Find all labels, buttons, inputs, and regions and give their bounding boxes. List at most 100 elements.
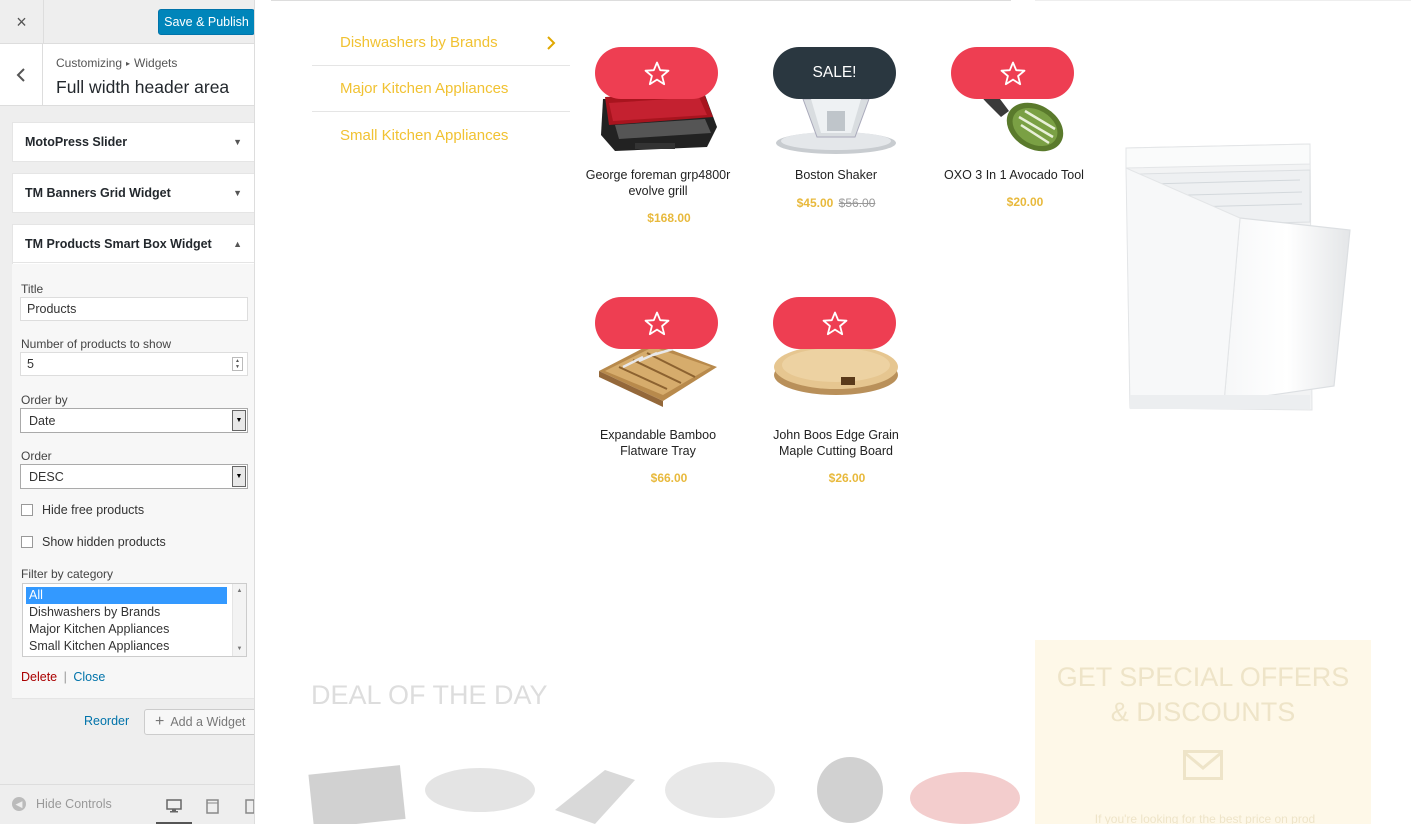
count-stepper[interactable]: 5 ▲ ▼ <box>20 352 248 376</box>
product-price: $20.00 <box>1006 195 1044 209</box>
sale-badge: SALE! <box>773 47 896 99</box>
hide-controls-button[interactable]: ◀ Hide Controls <box>12 797 112 811</box>
actions-separator: | <box>63 670 67 684</box>
product-price-row: $45.00 $56.00 <box>761 196 911 210</box>
divider <box>1035 0 1411 1</box>
title-label: Title <box>21 282 44 296</box>
product-image[interactable] <box>939 47 1089 167</box>
product-card[interactable]: Expandable Bamboo Flatware Tray $66.00 <box>583 297 733 485</box>
chevron-right-icon <box>547 35 556 50</box>
product-name[interactable]: OXO 3 In 1 Avocado Tool <box>939 167 1089 183</box>
hide-free-row[interactable]: Hide free products <box>21 503 144 517</box>
widget-title: TM Banners Grid Widget <box>25 186 171 200</box>
category-label: Major Kitchen Appliances <box>340 80 509 97</box>
expand-arrow-icon[interactable]: ▼ <box>233 188 242 198</box>
category-link-small[interactable]: Small Kitchen Appliances <box>312 112 570 158</box>
widget-title: MotoPress Slider <box>25 135 128 149</box>
product-price: $26.00 <box>828 471 866 485</box>
divider <box>271 0 1011 1</box>
product-image[interactable] <box>583 47 733 167</box>
special-offers-box: GET SPECIAL OFFERS & DISCOUNTS If you're… <box>1035 640 1371 824</box>
close-link[interactable]: Close <box>73 670 105 684</box>
show-hidden-row[interactable]: Show hidden products <box>21 535 166 549</box>
listbox-option[interactable]: All <box>26 587 227 604</box>
product-image[interactable] <box>761 297 911 417</box>
breadcrumb-separator: ▸ <box>126 59 131 68</box>
show-hidden-checkbox[interactable] <box>21 536 33 548</box>
dropdown-arrow-icon[interactable]: ▼ <box>232 466 246 487</box>
product-name[interactable]: Boston Shaker <box>761 167 911 183</box>
site-preview: Dishwashers by Brands Major Kitchen Appl… <box>255 0 1411 824</box>
product-price: $168.00 <box>647 211 691 225</box>
customizer-footer: ◀ Hide Controls <box>0 784 254 824</box>
widget-motopress-slider[interactable]: MotoPress Slider ▼ <box>12 122 254 162</box>
desktop-preview-icon[interactable] <box>163 795 185 817</box>
order-by-select[interactable]: Date ▼ <box>20 408 248 433</box>
order-by-value: Date <box>29 413 56 428</box>
category-link-dishwashers[interactable]: Dishwashers by Brands <box>312 20 570 66</box>
badge-star-button[interactable] <box>773 297 896 349</box>
badge-star-button[interactable] <box>595 47 718 99</box>
expand-arrow-icon[interactable]: ▼ <box>233 137 242 147</box>
widget-header[interactable]: TM Banners Grid Widget ▼ <box>13 174 254 212</box>
plus-icon: + <box>155 713 165 730</box>
stepper-arrows-icon[interactable]: ▲ ▼ <box>232 357 243 371</box>
product-price: $66.00 <box>650 471 688 485</box>
add-widget-label: Add a Widget <box>170 715 246 729</box>
product-image[interactable]: SALE! <box>761 47 911 167</box>
star-icon <box>822 311 847 335</box>
save-publish-button[interactable]: Save & Publish <box>158 9 254 35</box>
section-header: Customizing ▸ Widgets Full width header ar… <box>0 44 254 106</box>
add-widget-button[interactable]: + Add a Widget <box>144 709 254 735</box>
customizer-sidebar: × Save & Publish Customizing ▸ Widgets Ful… <box>0 0 255 824</box>
category-label: Small Kitchen Appliances <box>340 126 509 144</box>
deal-products-strip <box>308 757 1020 824</box>
star-icon <box>1000 61 1025 85</box>
order-select[interactable]: DESC ▼ <box>20 464 248 489</box>
collapse-arrow-icon[interactable]: ▲ <box>233 239 242 249</box>
dishwasher-image <box>1125 143 1351 411</box>
offers-title: GET SPECIAL OFFERS & DISCOUNTS <box>1035 660 1371 730</box>
order-label: Order <box>21 449 52 463</box>
product-card[interactable]: George foreman grp4800r evolve grill $16… <box>583 47 733 225</box>
product-card[interactable]: OXO 3 In 1 Avocado Tool $20.00 <box>939 47 1089 209</box>
count-value: 5 <box>27 357 34 371</box>
mail-icon <box>1183 750 1223 780</box>
back-icon[interactable] <box>0 44 43 105</box>
product-image[interactable] <box>583 297 733 417</box>
widget-banners-grid[interactable]: TM Banners Grid Widget ▼ <box>12 173 254 213</box>
listbox-option[interactable]: Dishwashers by Brands <box>23 604 246 621</box>
breadcrumb-widgets: Widgets <box>134 56 178 70</box>
hide-free-checkbox[interactable] <box>21 504 33 516</box>
listbox-option[interactable]: Small Kitchen Appliances <box>23 638 246 655</box>
listbox-scrollbar[interactable]: ▲ ▼ <box>232 584 246 656</box>
category-listbox[interactable]: All Dishwashers by Brands Major Kitchen … <box>22 583 247 657</box>
widget-header[interactable]: TM Products Smart Box Widget ▲ <box>13 225 254 263</box>
reorder-link[interactable]: Reorder <box>84 714 129 728</box>
product-card[interactable]: SALE! Boston Shaker $45.00 $56.00 <box>761 47 911 210</box>
offers-title-line1: GET SPECIAL OFFERS <box>1056 662 1350 692</box>
product-name[interactable]: George foreman grp4800r evolve grill <box>583 167 733 199</box>
listbox-option[interactable]: Major Kitchen Appliances <box>23 621 246 638</box>
mobile-preview-icon[interactable] <box>239 795 254 817</box>
category-link-major[interactable]: Major Kitchen Appliances <box>312 66 570 112</box>
badge-star-button[interactable] <box>595 297 718 349</box>
category-menu: Dishwashers by Brands Major Kitchen Appl… <box>312 20 570 158</box>
close-icon[interactable]: × <box>0 0 44 44</box>
product-name[interactable]: John Boos Edge Grain Maple Cutting Board <box>761 427 911 459</box>
dropdown-arrow-icon[interactable]: ▼ <box>232 410 246 431</box>
show-hidden-label: Show hidden products <box>42 535 166 549</box>
delete-link[interactable]: Delete <box>21 670 57 684</box>
order-by-label: Order by <box>21 393 68 407</box>
badge-star-button[interactable] <box>951 47 1074 99</box>
tablet-preview-icon[interactable] <box>201 795 223 817</box>
star-icon <box>644 311 669 335</box>
title-input[interactable]: Products <box>20 297 248 321</box>
order-value: DESC <box>29 469 64 484</box>
product-card[interactable]: John Boos Edge Grain Maple Cutting Board… <box>761 297 911 485</box>
product-price: $45.00 <box>796 196 834 210</box>
customizer-header: × Save & Publish <box>0 0 254 44</box>
breadcrumb: Customizing ▸ Widgets <box>56 56 177 70</box>
widget-header[interactable]: MotoPress Slider ▼ <box>13 123 254 161</box>
product-name[interactable]: Expandable Bamboo Flatware Tray <box>583 427 733 459</box>
